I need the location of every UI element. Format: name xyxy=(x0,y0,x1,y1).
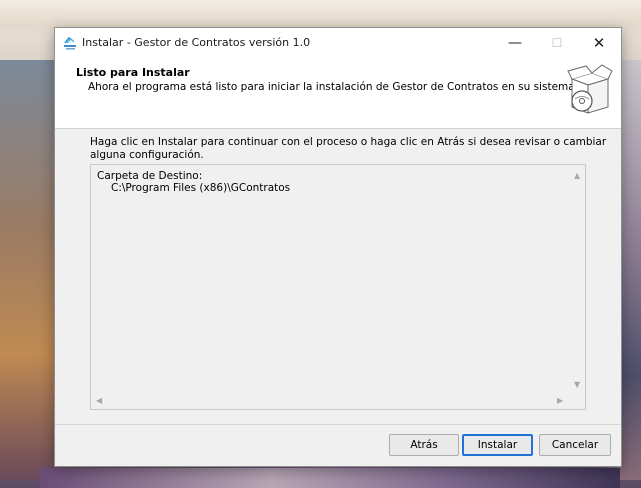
install-button[interactable]: Instalar xyxy=(462,434,533,456)
installer-app-icon xyxy=(64,36,76,50)
minimize-button[interactable]: — xyxy=(495,28,535,58)
horizontal-scrollbar[interactable]: ◀ ▶ xyxy=(91,394,570,409)
window-title: Instalar - Gestor de Contratos versión 1… xyxy=(82,36,311,49)
setup-box-icon xyxy=(567,64,613,114)
page-description: Ahora el programa está listo para inicia… xyxy=(88,81,579,93)
title-bar[interactable]: Instalar - Gestor de Contratos versión 1… xyxy=(55,28,621,58)
scroll-down-arrow-icon[interactable]: ▼ xyxy=(574,380,580,389)
destination-label: Carpeta de Destino: xyxy=(97,170,203,182)
scroll-right-arrow-icon[interactable]: ▶ xyxy=(557,396,563,405)
instructions-text: Haga clic en Instalar para continuar con… xyxy=(90,136,607,161)
back-button[interactable]: Atrás xyxy=(389,434,459,456)
installer-window: Instalar - Gestor de Contratos versión 1… xyxy=(54,27,622,467)
destination-path: C:\Program Files (x86)\GContratos xyxy=(111,182,291,194)
wallpaper-top xyxy=(0,0,641,28)
vertical-scrollbar[interactable]: ▲ ▼ xyxy=(570,165,585,394)
scroll-left-arrow-icon[interactable]: ◀ xyxy=(96,396,102,405)
wizard-header: Listo para Instalar Ahora el programa es… xyxy=(55,58,621,129)
cancel-button[interactable]: Cancelar xyxy=(539,434,611,456)
footer-divider xyxy=(55,424,621,425)
close-button[interactable]: ✕ xyxy=(579,28,619,58)
wallpaper-left xyxy=(0,60,58,480)
maximize-button[interactable]: ☐ xyxy=(537,28,577,58)
wallpaper-bottom xyxy=(40,468,620,488)
scroll-up-arrow-icon[interactable]: ▲ xyxy=(574,171,580,180)
page-title: Listo para Instalar xyxy=(76,66,190,79)
ready-memo-box[interactable]: Carpeta de Destino: C:\Program Files (x8… xyxy=(90,164,586,410)
